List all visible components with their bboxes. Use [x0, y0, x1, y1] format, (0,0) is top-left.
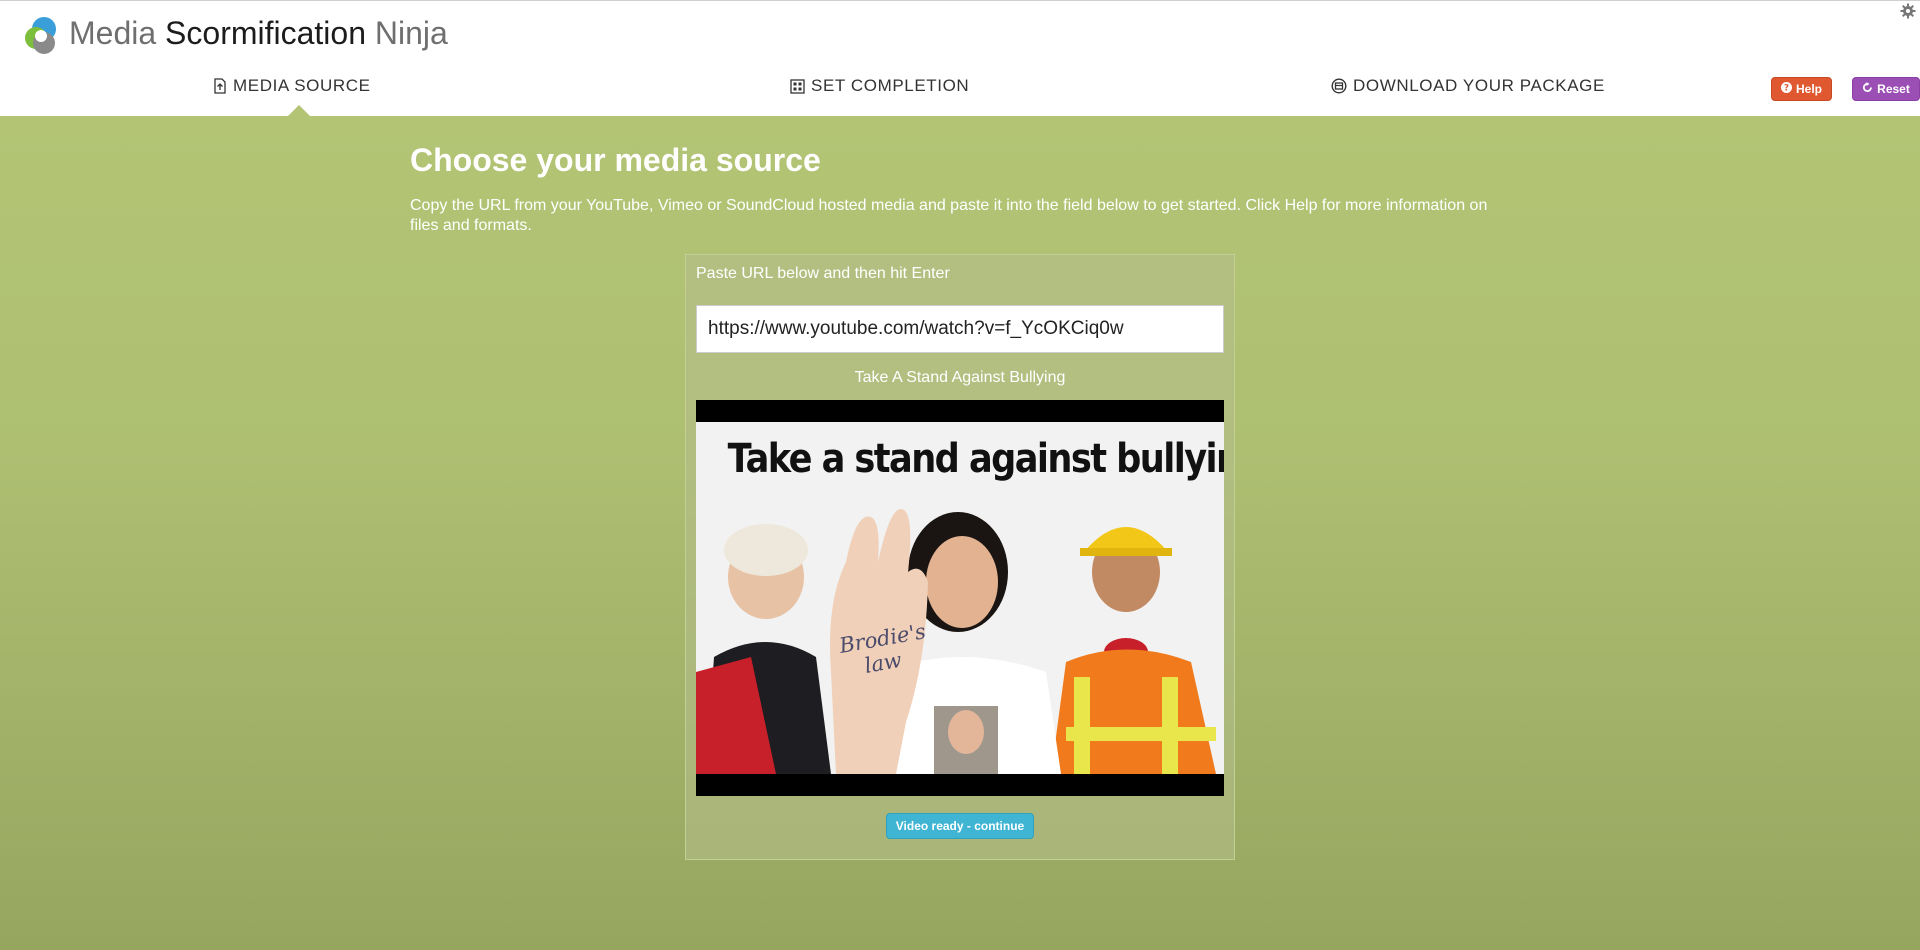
refresh-icon [1862, 82, 1873, 96]
package-icon [1331, 78, 1347, 94]
media-url-input[interactable] [696, 305, 1224, 353]
tab-set-completion[interactable]: SET COMPLETION [790, 74, 969, 98]
question-circle-icon: ? [1780, 82, 1792, 96]
help-button-label: Help [1795, 82, 1822, 96]
app-logo-icon [25, 17, 56, 54]
app-title-media: Media [69, 15, 157, 51]
video-preview[interactable]: Take a stand against bullying Brodie's l… [696, 400, 1224, 796]
reset-button-label: Reset [1877, 82, 1910, 96]
video-ready-continue-button[interactable]: Video ready - continue [886, 813, 1034, 839]
svg-text:?: ? [1784, 84, 1789, 93]
video-thumbnail: Take a stand against bullying Brodie's l… [696, 422, 1224, 774]
reset-button[interactable]: Reset [1852, 77, 1920, 101]
tab-media-source-label: MEDIA SOURCE [233, 76, 371, 95]
help-button[interactable]: ? Help [1771, 77, 1832, 101]
header: Media Scormification Ninja MEDIA SOURCE [0, 1, 1920, 116]
page-title: Choose your media source [410, 142, 821, 178]
media-source-card: Paste URL below and then hit Enter Take … [685, 254, 1235, 860]
app-title-scormification: Scormification [165, 15, 366, 51]
main-content: Choose your media source Copy the URL fr… [0, 116, 1920, 950]
thumbnail-caption: Take a stand against bullying [727, 436, 1224, 482]
app-title-ninja: Ninja [374, 15, 448, 51]
app-title: Media Scormification Ninja [69, 13, 448, 53]
tab-media-source[interactable]: MEDIA SOURCE [213, 74, 371, 98]
upload-file-icon [214, 78, 226, 94]
tab-download-package-label: DOWNLOAD YOUR PACKAGE [1353, 76, 1605, 95]
tab-download-package[interactable]: DOWNLOAD YOUR PACKAGE [1331, 74, 1605, 98]
gear-icon[interactable] [1900, 3, 1916, 19]
url-field-label: Paste URL below and then hit Enter [696, 265, 950, 282]
video-title: Take A Stand Against Bullying [854, 369, 1066, 386]
tab-set-completion-label: SET COMPLETION [811, 76, 970, 95]
intro-text: Copy the URL from your YouTube, Vimeo or… [410, 197, 1488, 234]
checklist-icon [790, 78, 805, 94]
